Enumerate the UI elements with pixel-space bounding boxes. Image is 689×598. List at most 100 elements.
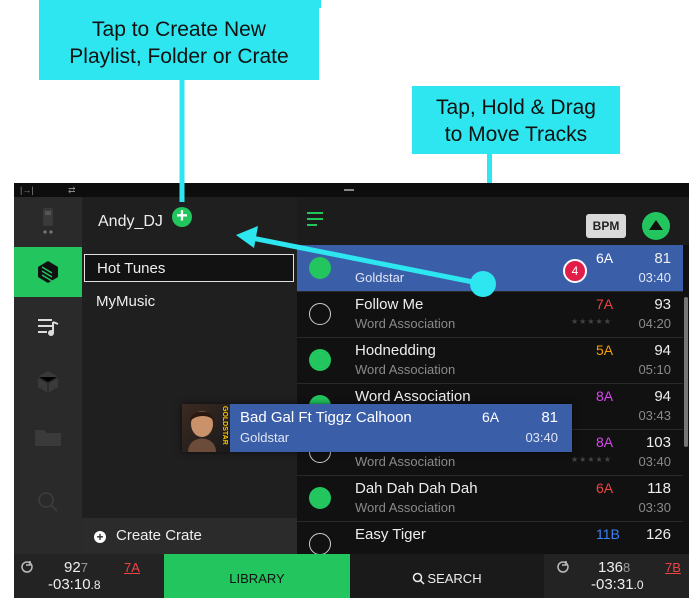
plus-icon: + xyxy=(94,531,106,543)
sort-bpm-button[interactable]: BPM xyxy=(586,214,626,238)
sidebar-item-prepare[interactable] xyxy=(14,357,82,407)
bottom-bar: 927 7A -03:10.8 LIBRARY SEARCH 1368 7B -… xyxy=(14,554,689,598)
track-bpm: 103 xyxy=(645,434,671,451)
track-artist: Goldstar xyxy=(355,270,405,285)
track-list-scrollbar[interactable] xyxy=(684,297,688,447)
usb-icon xyxy=(43,208,53,234)
track-key: 8A xyxy=(596,388,614,404)
library-button[interactable]: LIBRARY xyxy=(164,554,350,598)
search-button[interactable]: SEARCH xyxy=(350,554,544,598)
deck-left-info: 927 7A -03:10.8 xyxy=(14,554,164,598)
deck-right-bpm: 1368 xyxy=(598,559,630,576)
deck-left-bpm: 927 xyxy=(64,559,88,576)
crate-icon xyxy=(38,261,58,283)
folder-icon xyxy=(35,430,61,446)
track-bpm: 93 xyxy=(654,296,671,313)
track-artist: Word Association xyxy=(355,362,456,377)
track-duration: 03:40 xyxy=(638,270,671,285)
sidebar-item-usb[interactable] xyxy=(14,197,82,247)
deck-right-time-main: -03:31 xyxy=(591,576,634,593)
table-row[interactable]: Easy Tiger 11B 126 xyxy=(297,521,683,554)
track-rating[interactable]: ★★★★★ xyxy=(571,317,612,326)
track-status-icon[interactable] xyxy=(309,533,331,554)
album-cover-label: GOLDSTAR xyxy=(221,406,228,445)
track-duration: 03:43 xyxy=(638,408,671,423)
deck-right-bpm-main: 136 xyxy=(598,559,624,576)
deck-left-key: 7A xyxy=(124,560,140,575)
track-bpm: 94 xyxy=(654,342,671,359)
deck-icon: |→| xyxy=(20,185,34,195)
table-row[interactable]: Goldstar 6A 81 03:40 xyxy=(297,245,683,292)
track-artist: Word Association xyxy=(355,316,456,331)
deck-left-time-decimal: .8 xyxy=(90,578,101,592)
device-screen: |→| ⇄ Andy_DJ + Hot Tunes MyMusic + Creat… xyxy=(14,183,689,598)
track-title: Hodnedding xyxy=(355,342,436,359)
sidebar-item-crates[interactable] xyxy=(14,247,82,297)
deck-left-time-main: -03:10 xyxy=(48,576,91,593)
track-key: 8A xyxy=(596,434,614,450)
status-bar: |→| ⇄ xyxy=(14,183,689,197)
crates-panel-title: Andy_DJ xyxy=(98,213,163,230)
create-crate-button[interactable]: + Create Crate xyxy=(82,518,297,554)
dragged-track-key: 6A xyxy=(482,409,500,425)
track-title: Easy Tiger xyxy=(355,526,426,543)
sort-direction-button[interactable] xyxy=(642,212,670,240)
track-artist: Word Association xyxy=(355,454,456,469)
drag-count-badge: 4 xyxy=(563,259,587,283)
track-artist: Word Association xyxy=(355,500,456,515)
track-status-icon[interactable] xyxy=(309,487,331,509)
track-status-icon[interactable] xyxy=(309,257,331,279)
track-duration: 04:20 xyxy=(638,316,671,331)
swap-icon: ⇄ xyxy=(68,185,76,195)
sidebar-item-folders[interactable] xyxy=(14,412,82,462)
crates-panel: Andy_DJ + Hot Tunes MyMusic + Create Crat… xyxy=(82,197,297,554)
track-key: 11B xyxy=(596,526,620,542)
track-title: Word Association xyxy=(355,388,471,405)
sidebar-rail xyxy=(14,197,82,554)
crate-item-mymusic[interactable]: MyMusic xyxy=(84,288,294,316)
callout-create-line1: Tap to Create New xyxy=(92,18,266,41)
callout-create-line2: Playlist, Folder or Crate xyxy=(69,45,289,68)
deck-right-info: 1368 7B -03:31.0 xyxy=(544,554,689,598)
deck-right-bpm-decimal: 8 xyxy=(623,560,631,575)
track-status-icon[interactable] xyxy=(309,303,331,325)
dragged-track-title: Bad Gal Ft Tiggz Calhoon xyxy=(240,409,412,426)
drag-handle[interactable] xyxy=(344,189,354,191)
callout-create-line-top xyxy=(39,0,321,8)
deck-left-bpm-decimal: 7 xyxy=(80,560,88,575)
add-crate-button[interactable]: + xyxy=(172,206,192,227)
track-bpm: 81 xyxy=(654,250,671,267)
track-key: 6A xyxy=(596,480,614,496)
album-cover: GOLDSTAR xyxy=(182,404,230,452)
callout-drag-line2: to Move Tracks xyxy=(444,123,588,146)
table-row[interactable]: Follow Me Word Association 7A 93 04:20 ★★★★★ xyxy=(297,291,683,338)
callout-create-playlist: Tap to Create New Playlist, Folder or Cr… xyxy=(39,6,319,80)
track-bpm: 94 xyxy=(654,388,671,405)
track-title: Dah Dah Dah Dah xyxy=(355,480,478,497)
deck-right-time-decimal: .0 xyxy=(633,578,644,592)
table-row[interactable]: Hodnedding Word Association 5A 94 05:10 xyxy=(297,337,683,384)
track-list-header: BPM xyxy=(297,197,689,245)
table-row[interactable]: Dah Dah Dah Dah Word Association 6A 118 03:3… xyxy=(297,475,683,522)
sidebar-item-search[interactable] xyxy=(14,477,82,527)
track-key: 6A xyxy=(596,250,614,266)
track-status-icon[interactable] xyxy=(309,349,331,371)
deck-left-bpm-main: 92 xyxy=(64,559,81,576)
crate-item-hot-tunes[interactable]: Hot Tunes xyxy=(84,254,294,282)
dragged-track-artist: Goldstar xyxy=(240,430,290,445)
sidebar-item-playlists[interactable] xyxy=(14,302,82,352)
sync-icon xyxy=(21,561,33,573)
create-crate-label: Create Crate xyxy=(116,527,202,544)
track-bpm: 126 xyxy=(645,526,671,543)
dragged-track-duration: 03:40 xyxy=(525,430,558,445)
dragged-track[interactable]: GOLDSTAR Bad Gal Ft Tiggz Calhoon Goldst… xyxy=(182,404,572,452)
callout-drag-tracks: Tap, Hold & Drag to Move Tracks xyxy=(412,86,620,154)
track-list: BPM Goldstar 6A 81 03:40 Follow Me Word Assoc… xyxy=(297,197,689,554)
dragged-track-bpm: 81 xyxy=(541,409,558,426)
track-list-icon xyxy=(307,212,323,226)
deck-right-time: -03:31.0 xyxy=(591,576,644,593)
track-rating[interactable]: ★★★★★ xyxy=(571,455,612,464)
search-button-label: SEARCH xyxy=(427,571,482,586)
search-icon xyxy=(413,572,425,585)
sync-icon xyxy=(557,561,569,573)
